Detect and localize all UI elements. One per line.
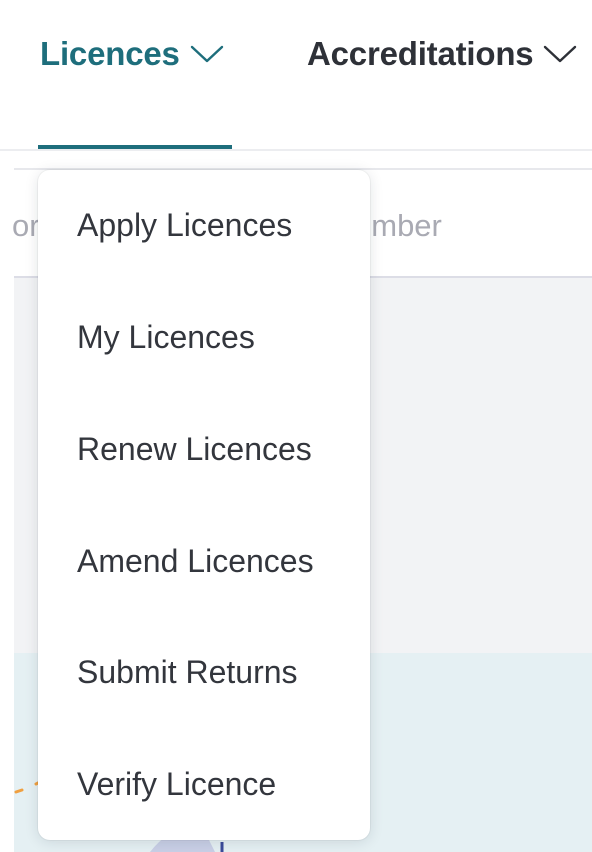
nav-licences[interactable]: Licences [40,32,224,76]
menu-item-apply-licences[interactable]: Apply Licences [38,185,370,265]
nav-licences-label: Licences [40,35,180,72]
menu-item-submit-returns[interactable]: Submit Returns [38,632,370,712]
menu-item-my-licences[interactable]: My Licences [38,297,370,377]
nav-accreditations-label: Accreditations [307,35,534,72]
licences-dropdown-menu: Apply Licences My Licences Renew Licence… [38,170,370,840]
menu-item-verify-licence[interactable]: Verify Licence [38,744,370,824]
chevron-down-icon [544,45,577,63]
menu-item-amend-licences[interactable]: Amend Licences [38,521,370,601]
menu-item-renew-licences[interactable]: Renew Licences [38,409,370,489]
nav-accreditations[interactable]: Accreditations [307,32,577,76]
page: Licences Accreditations or umber Apply L [0,0,592,852]
search-placeholder-fragment: or [12,208,40,243]
nav-divider [0,149,592,151]
top-nav: Licences Accreditations [0,0,592,151]
chevron-down-icon [190,45,223,63]
